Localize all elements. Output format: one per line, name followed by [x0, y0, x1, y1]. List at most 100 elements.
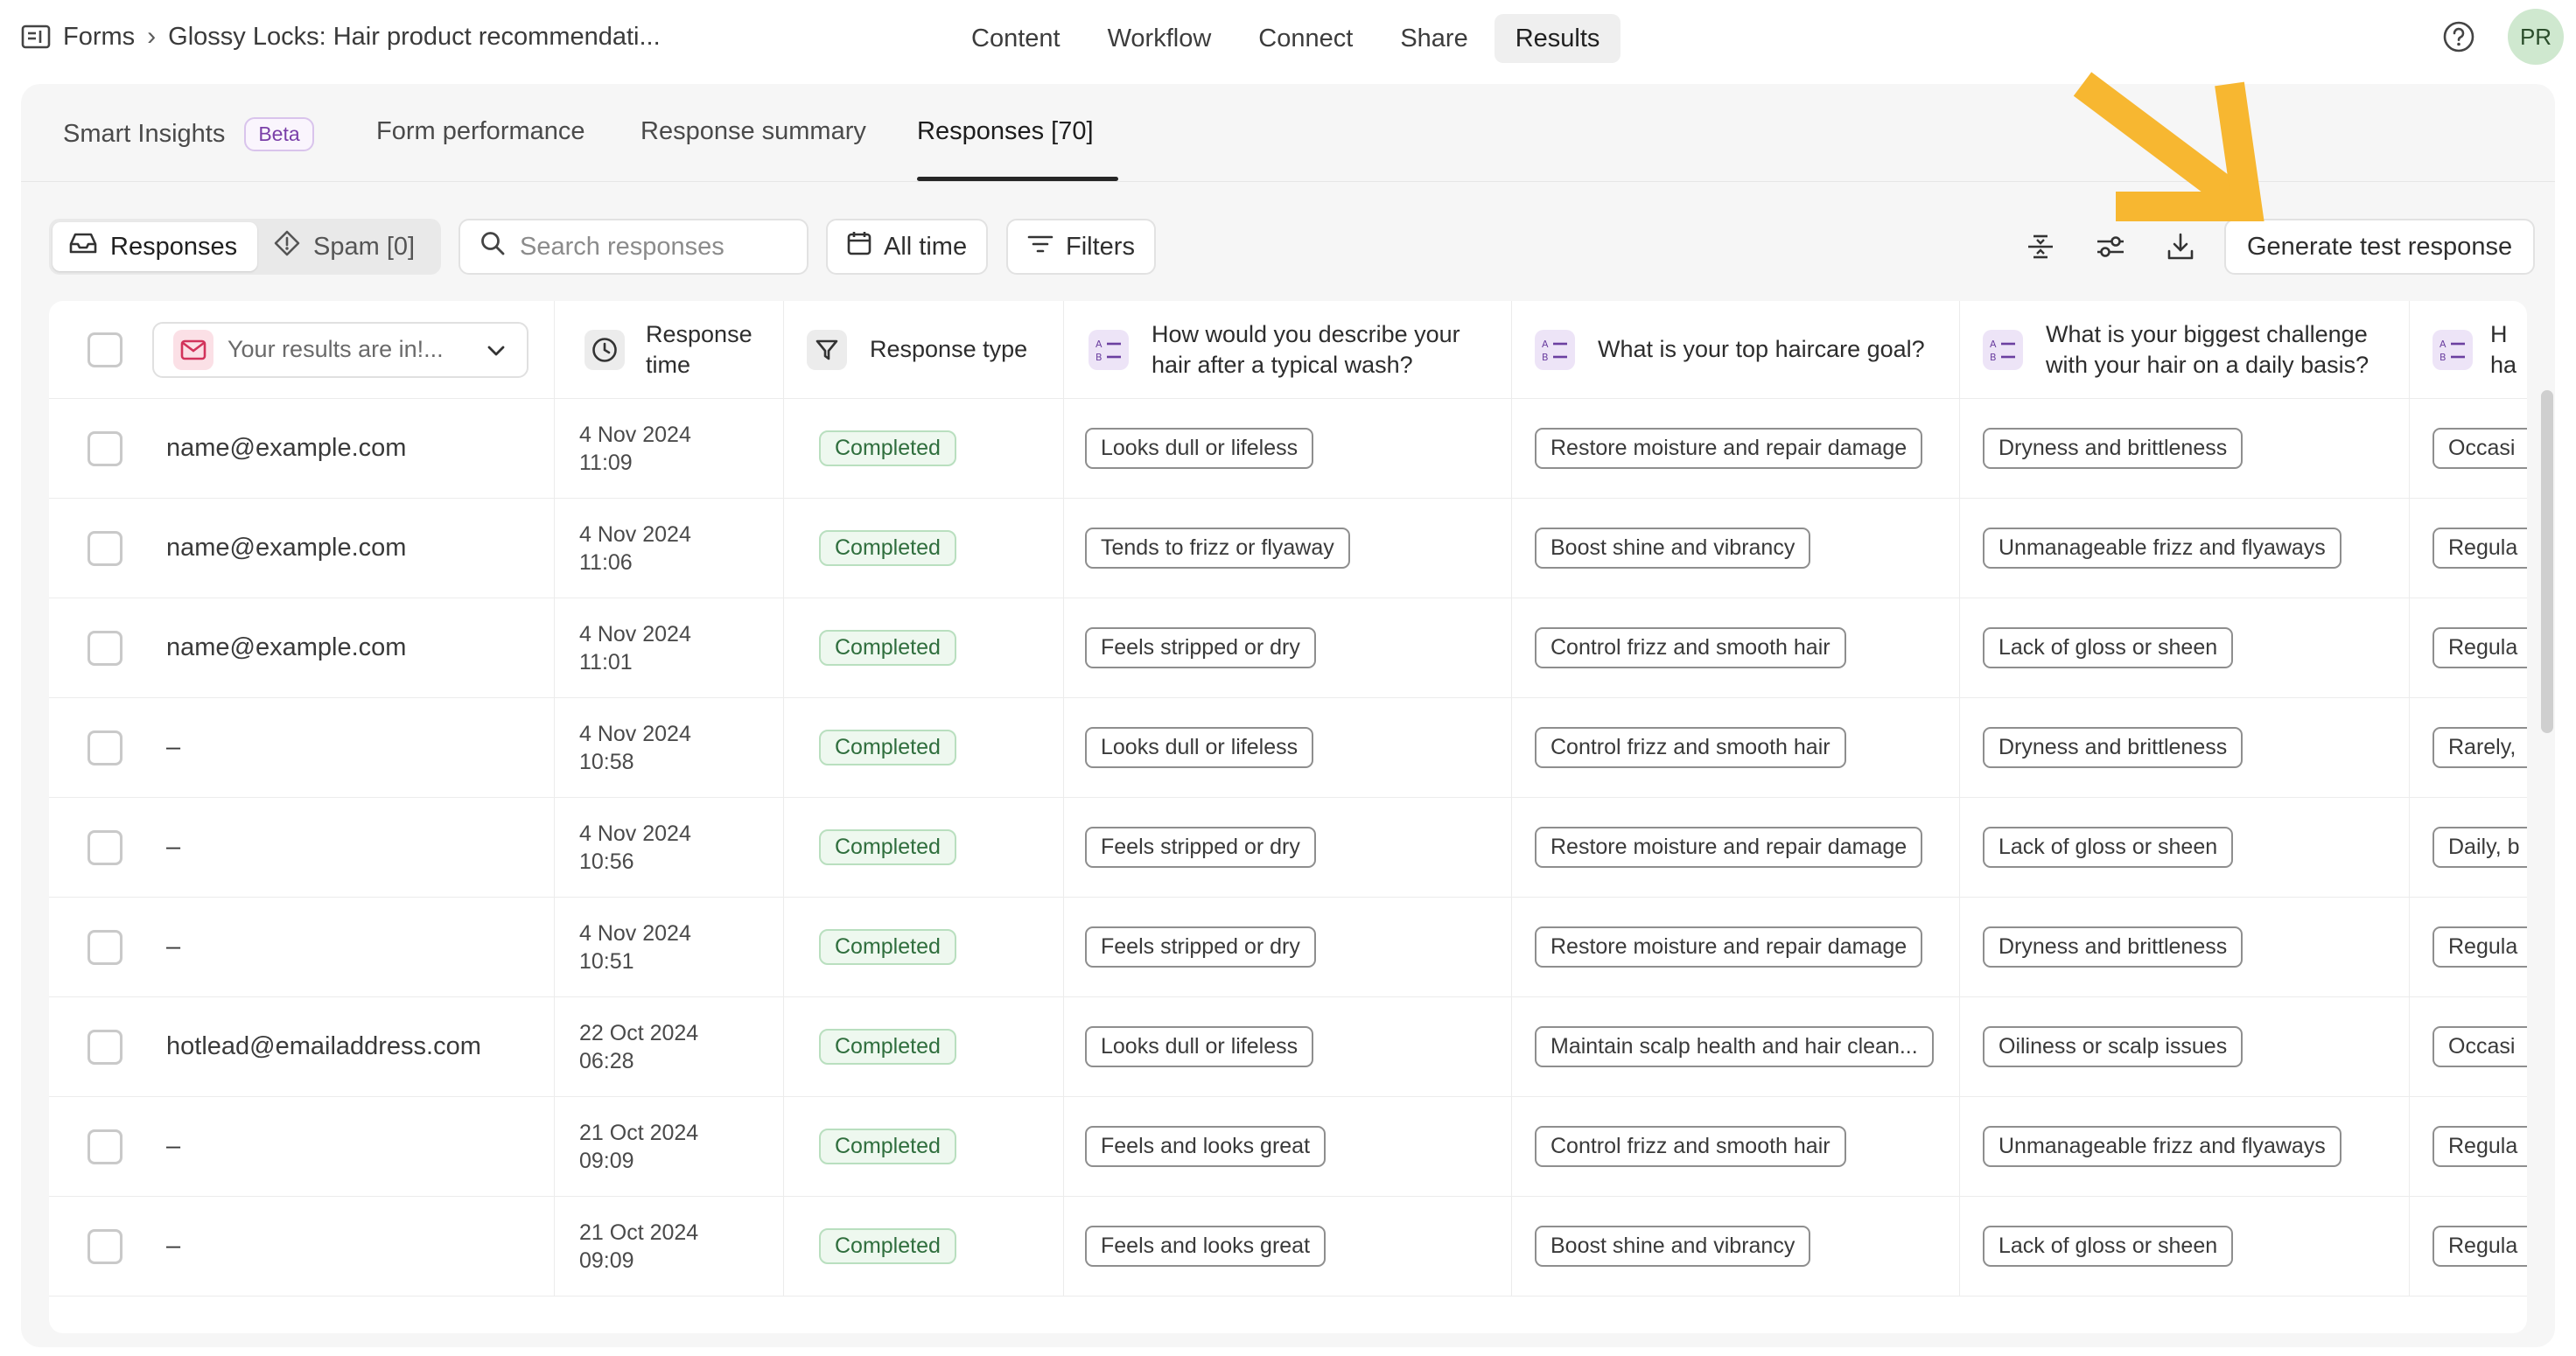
search-input[interactable] — [520, 232, 800, 262]
row-density-icon[interactable] — [2018, 224, 2063, 269]
row-checkbox[interactable] — [88, 730, 122, 765]
respondent-email[interactable]: name@example.com — [166, 633, 406, 662]
header-question-4[interactable]: AB H ha — [2410, 301, 2527, 398]
header-question-3[interactable]: AB What is your biggest challenge with y… — [1960, 301, 2410, 398]
header-question-3-label: What is your biggest challenge with your… — [2046, 320, 2370, 378]
header-response-time-label: Response time — [646, 320, 752, 378]
results-subtabs: Smart Insights Beta Form performance Res… — [21, 84, 2555, 182]
status-badge: Completed — [819, 1029, 956, 1065]
status-badge: Completed — [819, 929, 956, 965]
header-question-1[interactable]: AB How would you describe your hair afte… — [1064, 301, 1512, 398]
spam-toggle[interactable]: Spam [0] — [257, 222, 430, 271]
respondent-email[interactable]: – — [166, 1232, 180, 1261]
respondent-email[interactable]: hotlead@emailaddress.com — [166, 1032, 481, 1061]
tab-form-performance[interactable]: Form performance — [376, 117, 585, 146]
row-checkbox[interactable] — [88, 1129, 122, 1164]
row-checkbox[interactable] — [88, 530, 122, 566]
filter-icon — [1027, 233, 1054, 262]
answer-chip: Tends to frizz or flyaway — [1085, 528, 1350, 569]
row-checkbox[interactable] — [88, 929, 122, 965]
respondent-email[interactable]: name@example.com — [166, 534, 406, 563]
answer-chip: Unmanageable frizz and flyaways — [1983, 1126, 2342, 1167]
table-row[interactable]: name@example.com 4 Nov 2024 11:01 Completed… — [49, 598, 2527, 698]
response-clock-time: 09:09 — [579, 1248, 634, 1273]
email-cell: – — [49, 698, 555, 797]
response-time-cell: 21 Oct 2024 09:09 — [555, 1197, 784, 1296]
answer-chip: Regula — [2432, 1126, 2527, 1167]
answer-q1-cell: Looks dull or lifeless — [1064, 997, 1512, 1096]
svg-text:A: A — [1542, 339, 1549, 350]
answer-q1-cell: Feels stripped or dry — [1064, 598, 1512, 697]
responses-toggle-label: Responses — [110, 232, 238, 261]
table-row[interactable]: name@example.com 4 Nov 2024 11:06 Completed… — [49, 499, 2527, 598]
breadcrumb-current-form[interactable]: Glossy Locks: Hair product recommendati.… — [168, 23, 660, 52]
respondent-email[interactable]: – — [166, 1132, 180, 1161]
row-checkbox[interactable] — [88, 1029, 122, 1065]
status-badge: Completed — [819, 1228, 956, 1264]
answer-chip: Looks dull or lifeless — [1085, 428, 1314, 469]
header-response-time[interactable]: Response time — [555, 301, 784, 398]
response-type-cell: Completed — [784, 399, 1064, 498]
answer-chip: Lack of gloss or sheen — [1983, 827, 2234, 868]
response-type-cell: Completed — [784, 698, 1064, 797]
multiple-choice-icon: AB — [1088, 329, 1129, 370]
table-row[interactable]: – 4 Nov 2024 10:56 Completed Feels stripped … — [49, 798, 2527, 898]
answer-chip: Lack of gloss or sheen — [1983, 1226, 2234, 1267]
response-clock-time: 11:01 — [579, 649, 633, 675]
topnav-results[interactable]: Results — [1494, 14, 1621, 63]
select-all-checkbox[interactable] — [88, 332, 122, 367]
status-badge: Completed — [819, 1129, 956, 1164]
respondent-email[interactable]: – — [166, 933, 180, 961]
row-checkbox[interactable] — [88, 430, 122, 466]
email-cell: name@example.com — [49, 499, 555, 598]
table-row[interactable]: hotlead@emailaddress.com 22 Oct 2024 06:28… — [49, 997, 2527, 1097]
tab-smart-insights[interactable]: Smart Insights Beta — [63, 117, 314, 151]
settings-sliders-icon[interactable] — [2088, 224, 2133, 269]
respondent-email[interactable]: – — [166, 733, 180, 762]
response-date: 4 Nov 2024 — [579, 821, 691, 846]
row-checkbox[interactable] — [88, 1228, 122, 1264]
topnav-content[interactable]: Content — [950, 14, 1082, 63]
response-clock-time: 11:06 — [579, 549, 633, 575]
tab-response-summary[interactable]: Response summary — [640, 117, 866, 146]
date-range-button[interactable]: All time — [826, 219, 989, 275]
table-row[interactable]: – 4 Nov 2024 10:51 Completed Feels stripped … — [49, 898, 2527, 997]
answer-chip: Control frizz and smooth hair — [1535, 1126, 1846, 1167]
row-checkbox[interactable] — [88, 630, 122, 666]
answer-chip: Lack of gloss or sheen — [1983, 627, 2234, 668]
avatar[interactable]: PR — [2508, 9, 2564, 65]
answer-chip: Maintain scalp health and hair clean... — [1535, 1026, 1934, 1067]
answer-chip: Feels stripped or dry — [1085, 926, 1316, 968]
header-question-2[interactable]: AB What is your top haircare goal? — [1512, 301, 1960, 398]
answer-q2-cell: Control frizz and smooth hair — [1512, 598, 1960, 697]
vertical-scrollbar[interactable] — [2541, 390, 2553, 733]
breadcrumb-forms-link[interactable]: Forms — [63, 23, 135, 52]
download-icon[interactable] — [2158, 224, 2203, 269]
tab-responses[interactable]: Responses [70] — [917, 117, 1094, 146]
topnav-share[interactable]: Share — [1379, 14, 1488, 63]
row-checkbox[interactable] — [88, 829, 122, 865]
svg-text:B: B — [1542, 352, 1549, 363]
topnav-connect[interactable]: Connect — [1237, 14, 1374, 63]
response-date: 4 Nov 2024 — [579, 422, 691, 447]
filters-button[interactable]: Filters — [1006, 219, 1156, 275]
table-row[interactable]: – 4 Nov 2024 10:58 Completed Looks dull or l… — [49, 698, 2527, 798]
respondent-email[interactable]: name@example.com — [166, 434, 406, 463]
responses-toggle[interactable]: Responses — [52, 222, 257, 271]
respondent-email[interactable]: – — [166, 833, 180, 862]
topnav-workflow[interactable]: Workflow — [1087, 14, 1233, 63]
header-response-type[interactable]: Response type — [784, 301, 1064, 398]
answer-q4-cell: Regula — [2410, 499, 2527, 598]
generate-test-response-button[interactable]: Generate test response — [2224, 219, 2536, 275]
table-row[interactable]: – 21 Oct 2024 09:09 Completed Feels and look… — [49, 1197, 2527, 1297]
svg-text:A: A — [1990, 339, 1997, 350]
answer-chip: Regula — [2432, 627, 2527, 668]
answer-q3-cell: Unmanageable frizz and flyaways — [1960, 1097, 2410, 1196]
forms-icon[interactable] — [21, 24, 51, 50]
response-time-cell: 22 Oct 2024 06:28 — [555, 997, 784, 1096]
help-icon[interactable] — [2441, 19, 2476, 54]
table-row[interactable]: name@example.com 4 Nov 2024 11:09 Completed… — [49, 399, 2527, 499]
table-row[interactable]: – 21 Oct 2024 09:09 Completed Feels and look… — [49, 1097, 2527, 1197]
answer-chip: Dryness and brittleness — [1983, 428, 2244, 469]
email-column-select[interactable]: Your results are in!... — [152, 321, 528, 378]
